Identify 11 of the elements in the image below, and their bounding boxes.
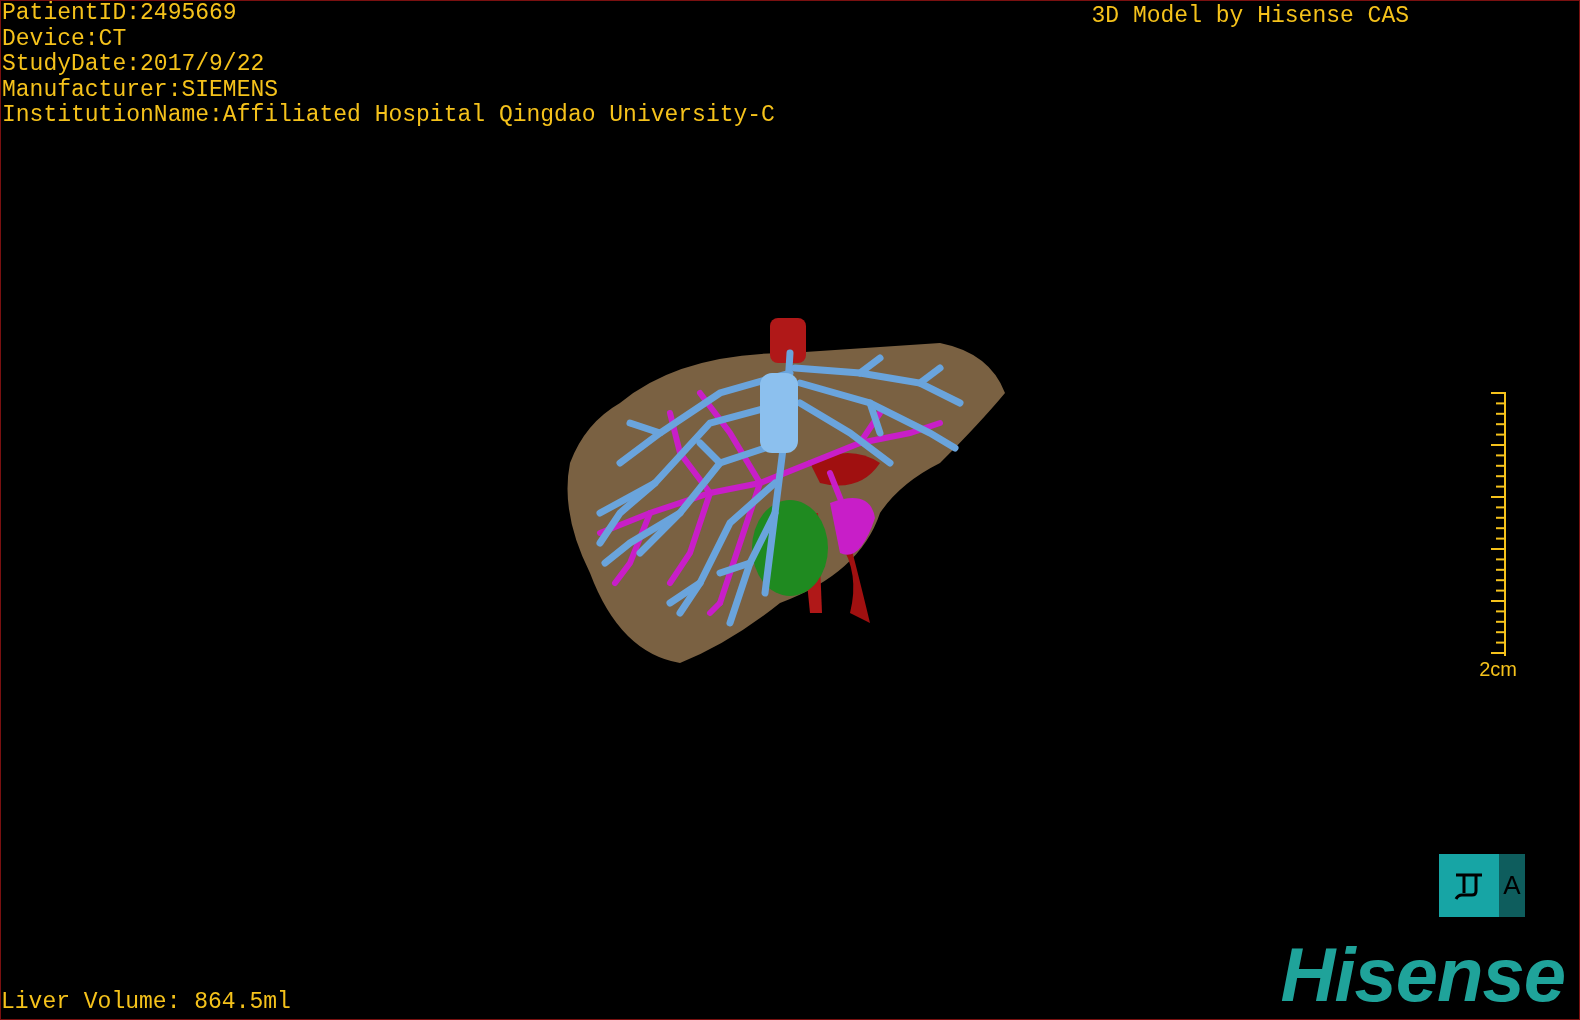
patient-info-text: Device:CT bbox=[2, 26, 128, 52]
liver-volume-text: Liver Volume: 864.5ml bbox=[1, 989, 291, 1015]
viewer-title: 3D Model by Hisense CAS bbox=[1091, 2, 1409, 31]
patient-info-text: Manufacturer:SIEMENS bbox=[2, 77, 280, 103]
scale-bar-ruler-icon bbox=[1489, 391, 1507, 658]
view-toggle-button[interactable]: A bbox=[1439, 854, 1525, 917]
patient-info-text: StudyDate:2017/9/22 bbox=[2, 52, 266, 78]
patient-info-text: InstitutionName:Affiliated Hospital Qingdao University-C bbox=[2, 103, 775, 129]
scale-bar-label: 2cm bbox=[1479, 657, 1517, 682]
patient-info-text: PatientID:2495669 bbox=[2, 1, 238, 27]
logo: Hisense bbox=[1280, 935, 1566, 1015]
